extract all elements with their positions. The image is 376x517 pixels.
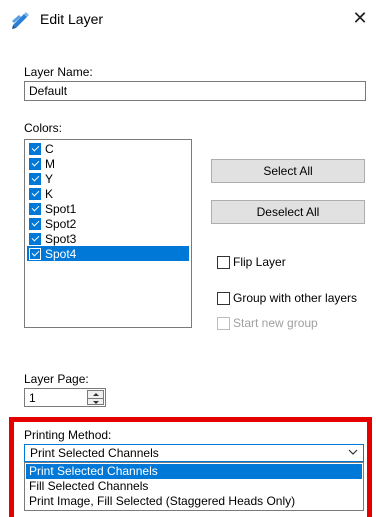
window-title: Edit Layer: [40, 11, 104, 27]
color-item-m[interactable]: M: [27, 156, 189, 171]
layer-name-input[interactable]: Default: [24, 81, 366, 101]
chevron-down-icon[interactable]: [348, 448, 358, 456]
checkbox-checked-icon[interactable]: [29, 157, 41, 170]
group-with-other-checkbox[interactable]: [217, 292, 230, 305]
start-new-group-checkbox: [217, 317, 230, 330]
layer-page-label: Layer Page:: [24, 372, 89, 386]
checkbox-checked-icon[interactable]: [29, 217, 41, 230]
checkbox-checked-icon[interactable]: [29, 232, 41, 245]
printing-method-label: Printing Method:: [24, 428, 112, 442]
checkbox-checked-icon[interactable]: [29, 172, 41, 185]
color-item-k[interactable]: K: [27, 186, 189, 201]
color-item-y[interactable]: Y: [27, 171, 189, 186]
printing-method-dropdown[interactable]: Print Selected Channels Fill Selected Ch…: [24, 462, 364, 511]
color-item-spot2[interactable]: Spot2: [27, 216, 189, 231]
layer-page-spinner[interactable]: [87, 390, 104, 405]
color-item-label: Y: [45, 171, 54, 186]
printing-method-selected: Print Selected Channels: [30, 446, 159, 460]
color-item-label: Spot1: [45, 201, 77, 216]
color-item-spot3[interactable]: Spot3: [27, 231, 189, 246]
dropdown-option[interactable]: Print Selected Channels: [26, 464, 362, 479]
dropdown-option[interactable]: Fill Selected Channels: [26, 479, 362, 494]
colors-listbox[interactable]: C M Y K Spot1 Spot2 Spot3 Spot4: [24, 139, 192, 328]
color-item-label: Spot3: [45, 231, 77, 246]
flip-layer-label: Flip Layer: [233, 255, 286, 269]
spin-up-icon[interactable]: [88, 391, 103, 398]
checkbox-checked-icon[interactable]: [29, 142, 41, 155]
checkbox-checked-icon[interactable]: [29, 202, 41, 215]
flip-layer-checkbox[interactable]: [217, 256, 230, 269]
close-icon: ✕: [352, 8, 368, 28]
color-item-label: C: [45, 141, 54, 156]
group-with-other-label: Group with other layers: [233, 291, 358, 305]
colors-label: Colors:: [24, 121, 63, 135]
checkbox-checked-icon[interactable]: [29, 247, 41, 260]
select-all-button[interactable]: Select All: [211, 159, 365, 183]
deselect-all-button[interactable]: Deselect All: [211, 200, 365, 224]
checkbox-checked-icon[interactable]: [29, 187, 41, 200]
spin-down-icon[interactable]: [88, 398, 103, 406]
color-item-label: Spot2: [45, 216, 77, 231]
start-new-group-label: Start new group: [233, 316, 318, 330]
close-button[interactable]: ✕: [348, 6, 372, 30]
dropdown-option[interactable]: Print Image, Fill Selected (Staggered He…: [26, 494, 362, 509]
color-item-label: M: [45, 156, 55, 171]
color-item-spot1[interactable]: Spot1: [27, 201, 189, 216]
color-item-label: Spot4: [45, 246, 77, 261]
layer-name-label: Layer Name:: [24, 65, 93, 79]
color-item-spot4[interactable]: Spot4: [27, 246, 189, 261]
color-item-label: K: [45, 186, 54, 201]
color-item-c[interactable]: C: [27, 141, 189, 156]
pencil-layer-icon: [12, 12, 29, 29]
